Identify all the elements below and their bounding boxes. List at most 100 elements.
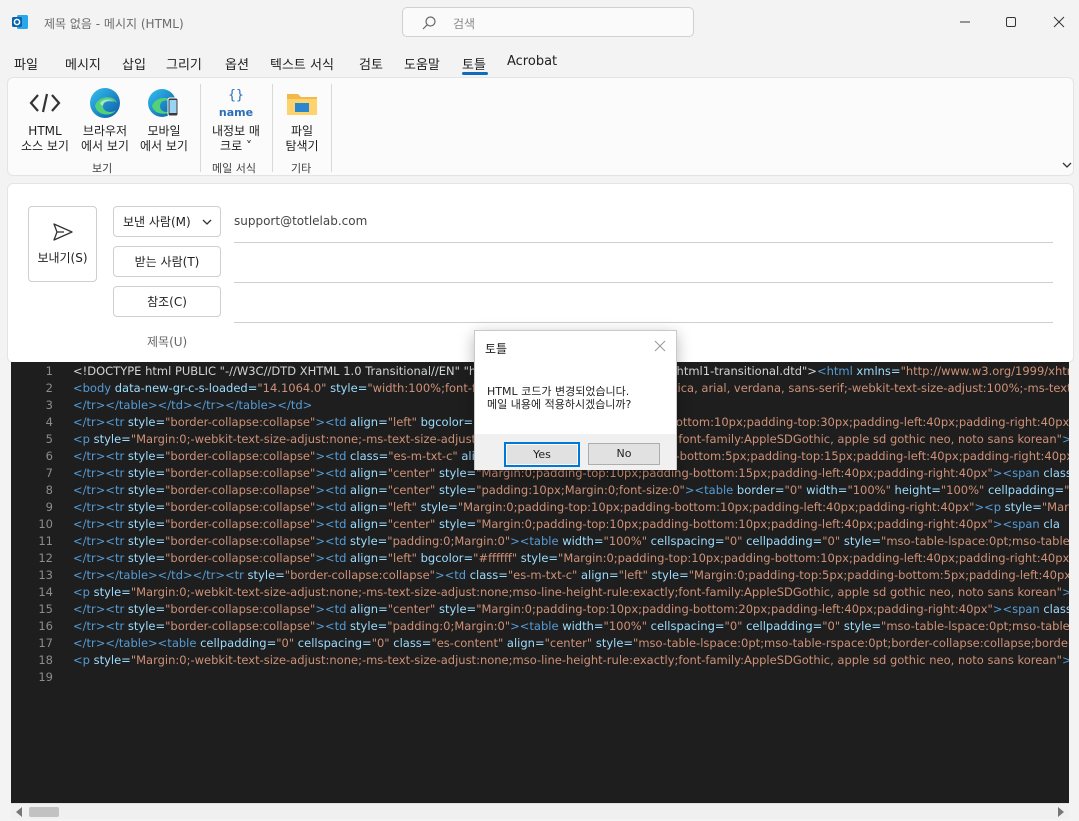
code-text: </tr><tr style="border-collapse:collapse…: [73, 619, 1069, 633]
code-text: </tr><tr style="border-collapse:collapse…: [73, 602, 1069, 616]
ribbon: HTML 소스 보기 브라우저 에서 보기 모바일 에서 보기 {} name …: [7, 77, 1074, 176]
to-label: 받는 사람(T): [134, 255, 200, 269]
browser-view-label-1: 브라우저: [82, 124, 128, 138]
dialog-message-line1: HTML 코드가 변경되었습니다.: [487, 385, 630, 398]
file-explorer-label-2: 탐색기: [285, 139, 319, 153]
line-number: 18: [38, 653, 53, 667]
close-icon[interactable]: [654, 340, 666, 352]
from-value: support@totlelab.com: [234, 214, 368, 228]
code-text: </tr><tr style="border-collapse:collapse…: [73, 551, 1069, 565]
code-text: </tr></table><table cellpadding="0" cell…: [73, 636, 1069, 650]
menu-message[interactable]: 메시지: [65, 54, 101, 73]
name-macro-label-2: 크로 ˅: [220, 139, 252, 153]
line-number: 1: [45, 364, 53, 378]
line-number: 19: [38, 670, 53, 684]
confirm-dialog: 토틀 HTML 코드가 변경되었습니다. 메일 내용에 적용하시겠습니까? Ye…: [474, 330, 677, 470]
dialog-message: HTML 코드가 변경되었습니다. 메일 내용에 적용하시겠습니까?: [487, 385, 631, 411]
group-label-view: 보기: [92, 162, 113, 175]
maximize-icon[interactable]: [999, 10, 1023, 34]
chevron-down-icon[interactable]: [1061, 159, 1073, 171]
to-field[interactable]: [234, 282, 1053, 283]
menu-file[interactable]: 파일: [14, 54, 38, 73]
line-number: 4: [45, 415, 53, 429]
code-text: </tr><tr style="border-collapse:collapse…: [73, 517, 1060, 531]
line-number: 15: [38, 602, 53, 616]
svg-text:name: name: [219, 106, 253, 119]
line-number: 6: [45, 449, 53, 463]
minimize-icon[interactable]: [953, 10, 977, 34]
menu-totle[interactable]: 토틀: [462, 54, 486, 73]
window-title: 제목 없음 - 메시지 (HTML): [44, 17, 184, 31]
menu-review[interactable]: 검토: [359, 54, 383, 73]
mobile-view-label-2: 에서 보기: [140, 139, 188, 153]
no-button[interactable]: No: [588, 443, 660, 465]
line-number: 17: [38, 636, 53, 650]
scroll-left-icon[interactable]: [15, 807, 23, 817]
cc-button[interactable]: 참조(C): [113, 286, 221, 317]
name-macro-label-1: 내정보 매: [212, 124, 260, 138]
html-source-label-2: 소스 보기: [21, 139, 69, 153]
ribbon-separator: [331, 84, 332, 172]
mobile-view-label-1: 모바일: [147, 124, 181, 138]
line-number: 10: [38, 517, 53, 531]
menu-options[interactable]: 옵션: [225, 54, 249, 73]
code-text: </tr><tr style="border-collapse:collapse…: [73, 483, 1069, 497]
folder-icon: [287, 94, 317, 115]
send-label: 보내기(S): [37, 251, 88, 265]
line-number: 3: [45, 398, 53, 412]
from-button[interactable]: 보낸 사람(M): [113, 206, 221, 237]
line-number: 2: [45, 381, 53, 395]
line-number: 9: [45, 500, 53, 514]
from-label: 보낸 사람(M): [123, 215, 191, 229]
edge-browser-icon: [90, 88, 120, 118]
to-button[interactable]: 받는 사람(T): [113, 246, 221, 277]
ribbon-separator: [200, 84, 201, 172]
subject-label: 제목(U): [147, 335, 188, 349]
code-text: </tr></table></td></tr></table></td>: [73, 398, 313, 412]
svg-text:{}: {}: [228, 88, 244, 103]
send-icon: [52, 223, 73, 241]
line-number: 14: [38, 585, 53, 599]
outlook-app-icon: [12, 15, 28, 29]
group-label-mail-format: 메일 서식: [212, 162, 256, 175]
line-number: 11: [38, 534, 53, 548]
active-tab-indicator: [462, 72, 488, 75]
menu-insert[interactable]: 삽입: [122, 54, 146, 73]
browser-view-label-2: 에서 보기: [81, 139, 129, 153]
horizontal-scrollbar[interactable]: [11, 803, 1069, 819]
cc-field[interactable]: [234, 322, 1053, 323]
file-explorer-button[interactable]: 파일 탐색기: [276, 86, 328, 154]
menu-text-format[interactable]: 텍스트 서식: [270, 54, 334, 73]
code-text: <p style="Margin:0;-webkit-text-size-adj…: [73, 585, 1069, 599]
code-text: <p style="Margin:0;-webkit-text-size-adj…: [73, 653, 1069, 667]
chevron-down-icon: [202, 219, 212, 225]
menu-acrobat[interactable]: Acrobat: [507, 54, 557, 69]
line-number: 5: [45, 432, 53, 446]
menu-draw[interactable]: 그리기: [166, 54, 202, 73]
code-text: </tr><tr style="border-collapse:collapse…: [73, 534, 1069, 548]
menu-help[interactable]: 도움말: [404, 54, 440, 73]
scroll-right-icon[interactable]: [1057, 807, 1065, 817]
ribbon-separator: [272, 84, 273, 172]
line-number: 16: [38, 619, 53, 633]
close-icon[interactable]: [1047, 10, 1071, 34]
mobile-view-button[interactable]: 모바일 에서 보기: [135, 86, 193, 154]
title-bar: 제목 없음 - 메시지 (HTML) 검색: [0, 0, 1079, 44]
search-input[interactable]: 검색: [402, 7, 694, 37]
send-button[interactable]: 보내기(S): [28, 206, 97, 282]
line-number: 8: [45, 483, 53, 497]
name-macro-button[interactable]: {} name 내정보 매 크로 ˅: [206, 86, 266, 154]
from-field-line: [234, 242, 1053, 243]
mobile-edge-icon: [148, 89, 179, 117]
scrollbar-thumb[interactable]: [29, 807, 59, 817]
search-icon: [422, 16, 436, 30]
html-source-button[interactable]: HTML 소스 보기: [16, 86, 74, 154]
browser-view-button[interactable]: 브라우저 에서 보기: [76, 86, 134, 154]
code-icon: [29, 93, 61, 113]
group-label-other: 기타: [291, 162, 312, 175]
html-source-label-1: HTML: [28, 124, 62, 138]
line-number: 13: [38, 568, 53, 582]
code-text: </tr></table></td></tr><tr style="border…: [73, 568, 1069, 582]
cc-label: 참조(C): [147, 295, 187, 309]
yes-button[interactable]: Yes: [504, 442, 580, 467]
